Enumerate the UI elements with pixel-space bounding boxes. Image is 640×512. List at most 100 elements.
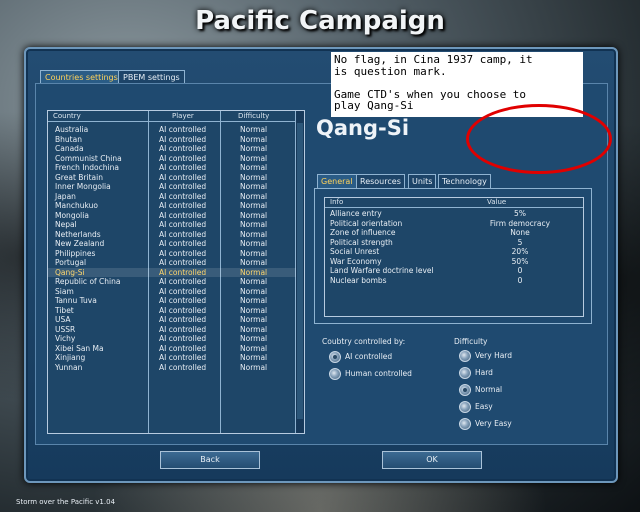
difficulty-radio[interactable] — [459, 418, 471, 430]
country-row[interactable]: Canada AI controlled Normal — [48, 144, 296, 154]
control-radio-label[interactable]: AI controlled — [345, 352, 392, 361]
difficulty-cell: Normal — [240, 134, 268, 144]
country-cell: Nepal — [55, 220, 77, 229]
header-player[interactable]: Player — [172, 111, 194, 121]
difficulty-cell: Normal — [240, 362, 268, 372]
country-row[interactable]: Mongolia AI controlled Normal — [48, 211, 296, 221]
country-row[interactable]: Tibet AI controlled Normal — [48, 306, 296, 316]
country-row[interactable]: Qang-Si AI controlled Normal — [48, 267, 296, 278]
info-label: Political orientation — [330, 218, 403, 228]
country-cell: Tannu Tuva — [55, 296, 97, 305]
scrollbar-thumb[interactable] — [297, 123, 303, 419]
difficulty-cell: Normal — [240, 305, 268, 315]
country-cell: Portugal — [55, 258, 87, 267]
tab-units[interactable]: Units — [408, 174, 437, 189]
country-row[interactable]: Manchukuo AI controlled Normal — [48, 201, 296, 211]
player-cell: AI controlled — [159, 258, 207, 267]
country-cell: Great Britain — [55, 172, 103, 182]
country-cell: Bhutan — [55, 134, 82, 144]
country-row[interactable]: Yunnan AI controlled Normal — [48, 363, 296, 373]
control-label: Coubtry controlled by: — [322, 337, 406, 346]
country-row[interactable]: Netherlands AI controlled Normal — [48, 230, 296, 240]
country-cell: Manchukuo — [55, 201, 98, 210]
country-row[interactable]: Bhutan AI controlled Normal — [48, 135, 296, 145]
ok-button[interactable]: OK — [382, 451, 482, 469]
country-cell: Communist China — [55, 153, 122, 163]
control-radio-label[interactable]: Human controlled — [345, 369, 412, 378]
difficulty-cell: Normal — [240, 353, 268, 362]
country-row[interactable]: Nepal AI controlled Normal — [48, 220, 296, 230]
difficulty-radio[interactable] — [459, 367, 471, 379]
info-value: 20% — [511, 247, 529, 256]
country-list-header: Country Player Difficulty — [48, 111, 304, 122]
country-cell: Siam — [55, 286, 74, 296]
player-cell: AI controlled — [159, 191, 207, 201]
country-list[interactable]: Country Player Difficulty Australia AI co… — [47, 110, 305, 434]
country-row[interactable]: Republic of China AI controlled Normal — [48, 277, 296, 287]
info-row: Alliance entry 5% — [325, 209, 583, 219]
info-label: Social Unrest — [330, 247, 380, 256]
country-cell: Qang-Si — [55, 267, 85, 277]
tab-general[interactable]: General — [317, 174, 357, 189]
country-row[interactable]: Australia AI controlled Normal — [48, 125, 296, 135]
info-label: Political strength — [330, 237, 393, 247]
info-table-header: Info Value — [325, 198, 583, 208]
info-value: 0 — [517, 266, 523, 275]
country-row[interactable]: French Indochina AI controlled Normal — [48, 163, 296, 173]
control-radio[interactable] — [329, 351, 341, 363]
difficulty-cell: Normal — [240, 191, 268, 201]
country-cell: Canada — [55, 144, 84, 153]
country-rows: Australia AI controlled Normal Bhutan AI con… — [48, 125, 296, 372]
header-info: Info — [330, 198, 344, 206]
country-row[interactable]: USSR AI controlled Normal — [48, 325, 296, 335]
difficulty-radio-label[interactable]: Normal — [475, 385, 502, 394]
country-row[interactable]: Vichy AI controlled Normal — [48, 334, 296, 344]
difficulty-radio-label[interactable]: Very Easy — [475, 419, 512, 428]
difficulty-cell: Normal — [240, 125, 268, 134]
country-row[interactable]: Xibei San Ma AI controlled Normal — [48, 344, 296, 354]
difficulty-radio-label[interactable]: Easy — [475, 402, 493, 411]
country-cell: Republic of China — [55, 277, 121, 286]
difficulty-cell: Normal — [240, 153, 268, 163]
country-row[interactable]: Inner Mongolia AI controlled Normal — [48, 182, 296, 192]
country-cell: USSR — [55, 324, 76, 334]
difficulty-cell: Normal — [240, 182, 268, 191]
tab-resources[interactable]: Resources — [356, 174, 405, 189]
country-row[interactable]: Philippines AI controlled Normal — [48, 249, 296, 259]
difficulty-cell: Normal — [240, 163, 268, 172]
tab-technology[interactable]: Technology — [438, 174, 491, 189]
player-cell: AI controlled — [159, 296, 207, 305]
country-row[interactable]: Japan AI controlled Normal — [48, 192, 296, 202]
country-row[interactable]: Great Britain AI controlled Normal — [48, 173, 296, 183]
difficulty-radio[interactable] — [459, 384, 471, 396]
info-row: Social Unrest 20% — [325, 247, 583, 257]
country-row[interactable]: USA AI controlled Normal — [48, 315, 296, 325]
control-radio[interactable] — [329, 368, 341, 380]
country-cell: Australia — [55, 125, 89, 134]
info-value: Firm democracy — [489, 218, 551, 228]
list-scrollbar[interactable] — [295, 111, 304, 433]
country-row[interactable]: Tannu Tuva AI controlled Normal — [48, 296, 296, 306]
difficulty-radio[interactable] — [459, 401, 471, 413]
difficulty-radio-label[interactable]: Very Hard — [475, 351, 512, 360]
difficulty-cell: Normal — [240, 239, 268, 248]
difficulty-cell: Normal — [240, 324, 268, 334]
info-label: Alliance entry — [330, 209, 382, 218]
player-cell: AI controlled — [159, 267, 207, 277]
country-cell: Philippines — [55, 248, 96, 258]
country-row[interactable]: Siam AI controlled Normal — [48, 287, 296, 297]
difficulty-radio[interactable] — [459, 350, 471, 362]
difficulty-radio-label[interactable]: Hard — [475, 368, 493, 377]
country-row[interactable]: Portugal AI controlled Normal — [48, 258, 296, 268]
info-value: 5 — [517, 237, 523, 247]
country-cell: Xibei San Ma — [55, 343, 104, 353]
player-cell: AI controlled — [159, 153, 207, 163]
country-row[interactable]: Communist China AI controlled Normal — [48, 154, 296, 164]
header-difficulty[interactable]: Difficulty — [238, 111, 269, 121]
header-country[interactable]: Country — [53, 111, 81, 121]
info-value: 0 — [517, 275, 523, 285]
back-button[interactable]: Back — [160, 451, 260, 469]
country-row[interactable]: New Zealand AI controlled Normal — [48, 239, 296, 249]
country-row[interactable]: Xinjiang AI controlled Normal — [48, 353, 296, 363]
country-cell: Mongolia — [55, 210, 89, 220]
